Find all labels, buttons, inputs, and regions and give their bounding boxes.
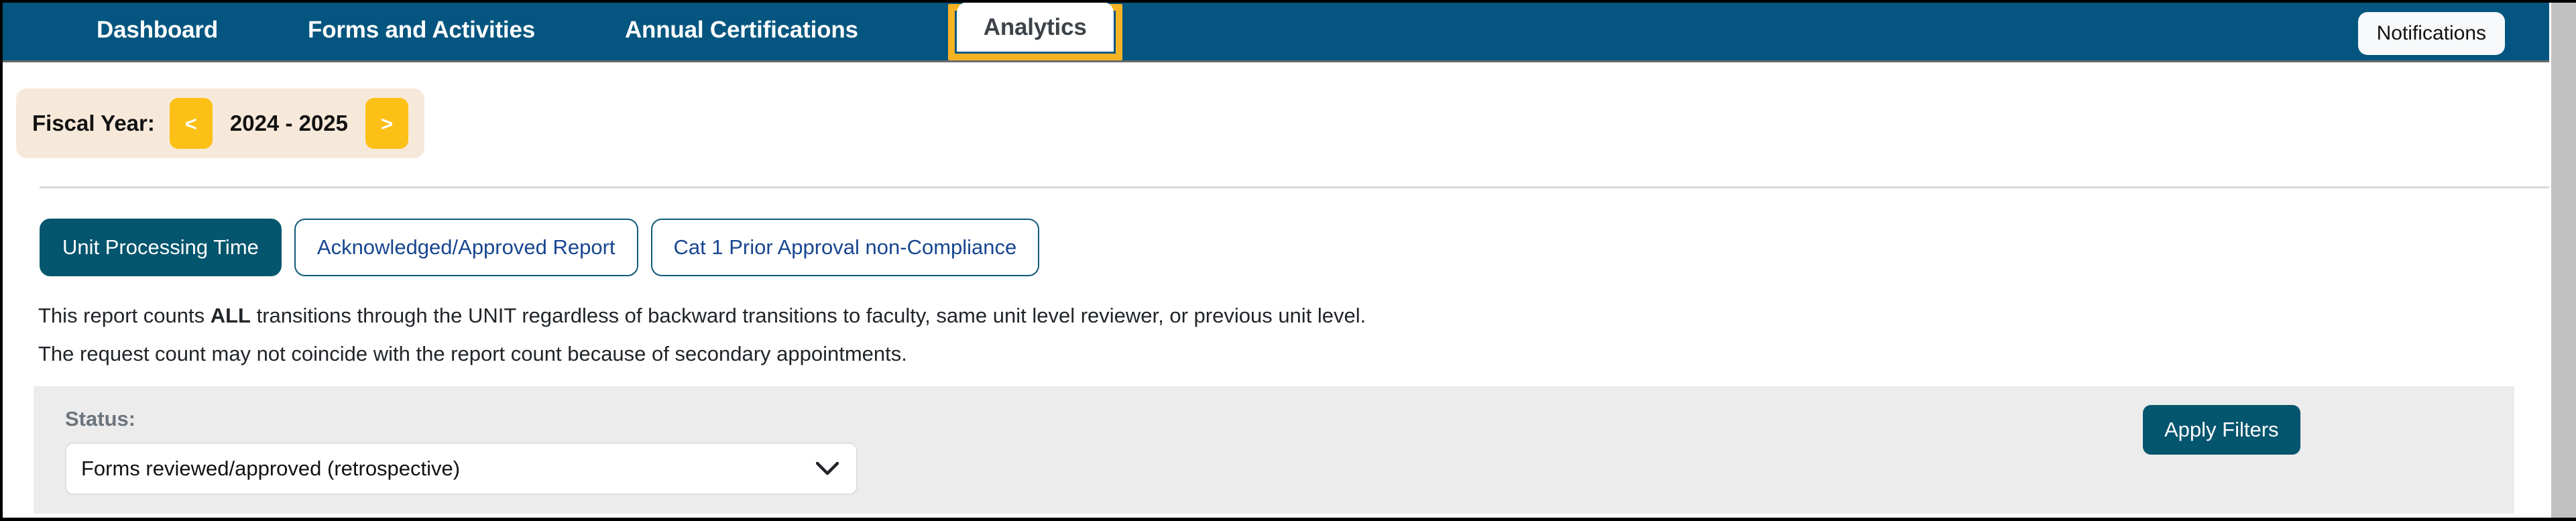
nav-tab-list: Dashboard Forms and Activities Annual Ce… [3,3,2549,60]
nav-tab-dashboard[interactable]: Dashboard [74,18,241,60]
filter-panel: Status: Forms reviewed/approved (retrosp… [34,386,2514,514]
vertical-scrollbar[interactable] [2549,3,2576,518]
report-tab-cat-1-prior-approval-non-compliance[interactable]: Cat 1 Prior Approval non-Compliance [650,219,1040,276]
status-select[interactable]: Forms reviewed/approved (retrospective) [65,443,858,495]
status-filter-label: Status: [65,407,136,430]
nav-tab-forms-and-activities[interactable]: Forms and Activities [285,18,558,60]
report-description-line-1: This report counts ALL transitions throu… [38,305,2549,326]
apply-filters-button[interactable]: Apply Filters [2143,405,2300,455]
browser-viewport: Dashboard Forms and Activities Annual Ce… [0,0,2576,521]
report-description-line-2: The request count may not coincide with … [38,342,907,365]
report-tab-unit-processing-time[interactable]: Unit Processing Time [40,219,282,276]
page-content: Dashboard Forms and Activities Annual Ce… [3,3,2549,518]
fiscal-year-next-button[interactable]: > [365,98,409,149]
fiscal-year-label: Fiscal Year: [32,111,155,135]
fiscal-year-previous-button[interactable]: < [169,98,213,149]
report-description-prefix: This report counts [38,304,211,327]
vertical-scrollbar-thumb[interactable] [2553,3,2576,518]
report-description-suffix: transitions through the UNIT regardless … [250,304,1366,327]
report-description-emphasis: ALL [210,304,251,327]
nav-tab-analytics-focus-ring: Analytics [947,3,1122,60]
nav-tab-analytics[interactable]: Analytics [956,3,1114,52]
nav-tab-annual-certifications[interactable]: Annual Certifications [602,18,881,60]
notifications-button[interactable]: Notifications [2357,12,2505,55]
status-filter-wrapper: Forms reviewed/approved (retrospective) [65,443,858,495]
report-tab-acknowledged-approved-report[interactable]: Acknowledged/Approved Report [294,219,638,276]
report-tab-group: Unit Processing Time Acknowledged/Approv… [40,219,2549,276]
fiscal-year-selector: Fiscal Year: < 2024 - 2025 > [16,89,425,158]
top-navigation-bar: Dashboard Forms and Activities Annual Ce… [3,3,2549,62]
section-divider [40,186,2549,188]
fiscal-year-value: 2024 - 2025 [229,111,349,135]
